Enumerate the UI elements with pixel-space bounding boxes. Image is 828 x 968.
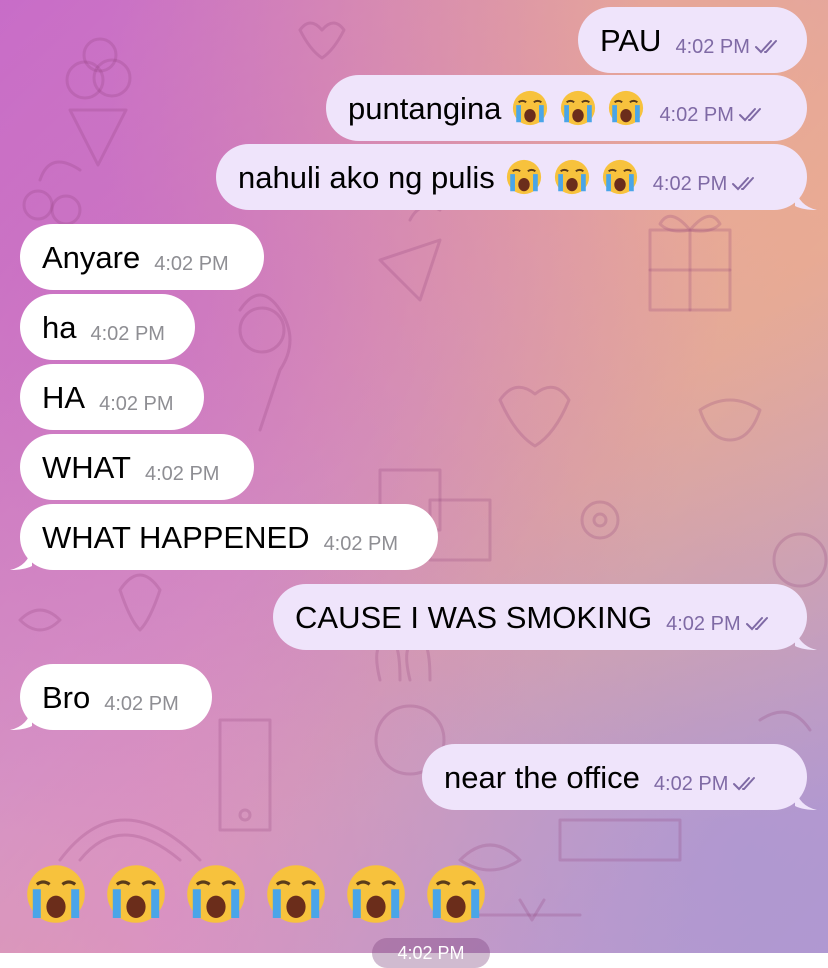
loudly-crying-face-icon [602, 159, 637, 195]
message-time: 4:02 PM [144, 462, 220, 485]
message-meta: 4:02 PM [653, 173, 759, 196]
message-time: 4:02 PM [653, 772, 729, 795]
message-meta: 4:02 PM [659, 104, 765, 127]
outgoing-message[interactable]: nahuli ako ng pulis 4:02 PM [216, 144, 817, 210]
message-time: 4:02 PM [659, 103, 734, 126]
incoming-message[interactable]: ha 4:02 PM [20, 294, 195, 360]
loudly-crying-face-icon [554, 159, 589, 195]
loudly-crying-face-icon [107, 865, 165, 923]
message-time: 4:02 PM [323, 532, 399, 555]
message-meta: 4:02 PM [654, 773, 760, 796]
double-check-icon [754, 40, 777, 54]
incoming-message[interactable]: Bro 4:02 PM [10, 664, 212, 730]
outgoing-message[interactable]: CAUSE I WAS SMOKING 4:02 PM [273, 584, 817, 650]
message-text: WHAT HAPPENED [42, 519, 310, 555]
message-meta: 4:02 PM [675, 36, 781, 59]
message-text: PAU [600, 22, 662, 58]
loudly-crying-face-icon [513, 90, 548, 126]
loudly-crying-face-icon [27, 865, 85, 923]
message-text: Anyare [42, 239, 141, 275]
message-time: 4:02 PM [666, 612, 741, 635]
message-meta: 4:02 PM [154, 253, 228, 276]
incoming-message[interactable]: HA 4:02 PM [20, 364, 204, 430]
message-meta: 4:02 PM [104, 693, 178, 716]
message-meta: 4:02 PM [99, 393, 173, 416]
loudly-crying-face-icon [506, 159, 541, 195]
double-check-icon [733, 777, 756, 791]
message-text: ha [42, 309, 77, 345]
outgoing-message[interactable]: puntangina 4:02 PM [326, 75, 807, 141]
incoming-message[interactable]: WHAT 4:02 PM [20, 434, 254, 500]
message-text: nahuli ako ng pulis [238, 159, 495, 195]
message-meta: 4:02 PM [324, 533, 398, 556]
message-text: near the office [444, 759, 640, 795]
date-pill: 4:02 PM [372, 938, 490, 968]
double-check-icon [738, 108, 761, 122]
message-time: 4:02 PM [675, 35, 750, 58]
message-meta: 4:02 PM [90, 323, 164, 346]
message-text: WHAT [42, 449, 131, 485]
message-text-wrap: nahuli ako ng pulis [238, 158, 639, 196]
loudly-crying-face-icon [187, 865, 245, 923]
loudly-crying-face-icon [609, 90, 644, 126]
loudly-crying-face-icon [561, 90, 596, 126]
outgoing-message[interactable]: near the office 4:02 PM [422, 744, 817, 810]
message-meta: 4:02 PM [145, 463, 219, 486]
bubble-tail [795, 628, 817, 650]
bubble-tail [10, 708, 32, 730]
message-text: HA [42, 379, 86, 415]
bubble-tail [795, 188, 817, 210]
message-text: Bro [42, 679, 91, 715]
message-text: CAUSE I WAS SMOKING [295, 599, 653, 635]
double-check-icon [745, 617, 768, 631]
message-time: 4:02 PM [104, 692, 179, 715]
message-text: puntangina [348, 90, 502, 126]
message-time: 4:02 PM [99, 392, 174, 415]
incoming-message[interactable]: Anyare 4:02 PM [20, 224, 264, 290]
message-time: 4:02 PM [90, 322, 165, 345]
outgoing-message[interactable]: PAU 4:02 PM [578, 7, 807, 73]
loudly-crying-face-icon [427, 865, 485, 923]
double-check-icon [732, 177, 755, 191]
bubble-tail [10, 548, 32, 570]
loudly-crying-face-icon [267, 865, 325, 923]
message-time: 4:02 PM [652, 172, 728, 195]
loudly-crying-face-icon [347, 865, 405, 923]
incoming-message[interactable]: WHAT HAPPENED 4:02 PM [10, 504, 438, 570]
bubble-tail [795, 788, 817, 810]
message-time: 4:02 PM [154, 252, 229, 275]
message-text-wrap: puntangina [348, 89, 645, 127]
message-meta: 4:02 PM [666, 613, 772, 636]
